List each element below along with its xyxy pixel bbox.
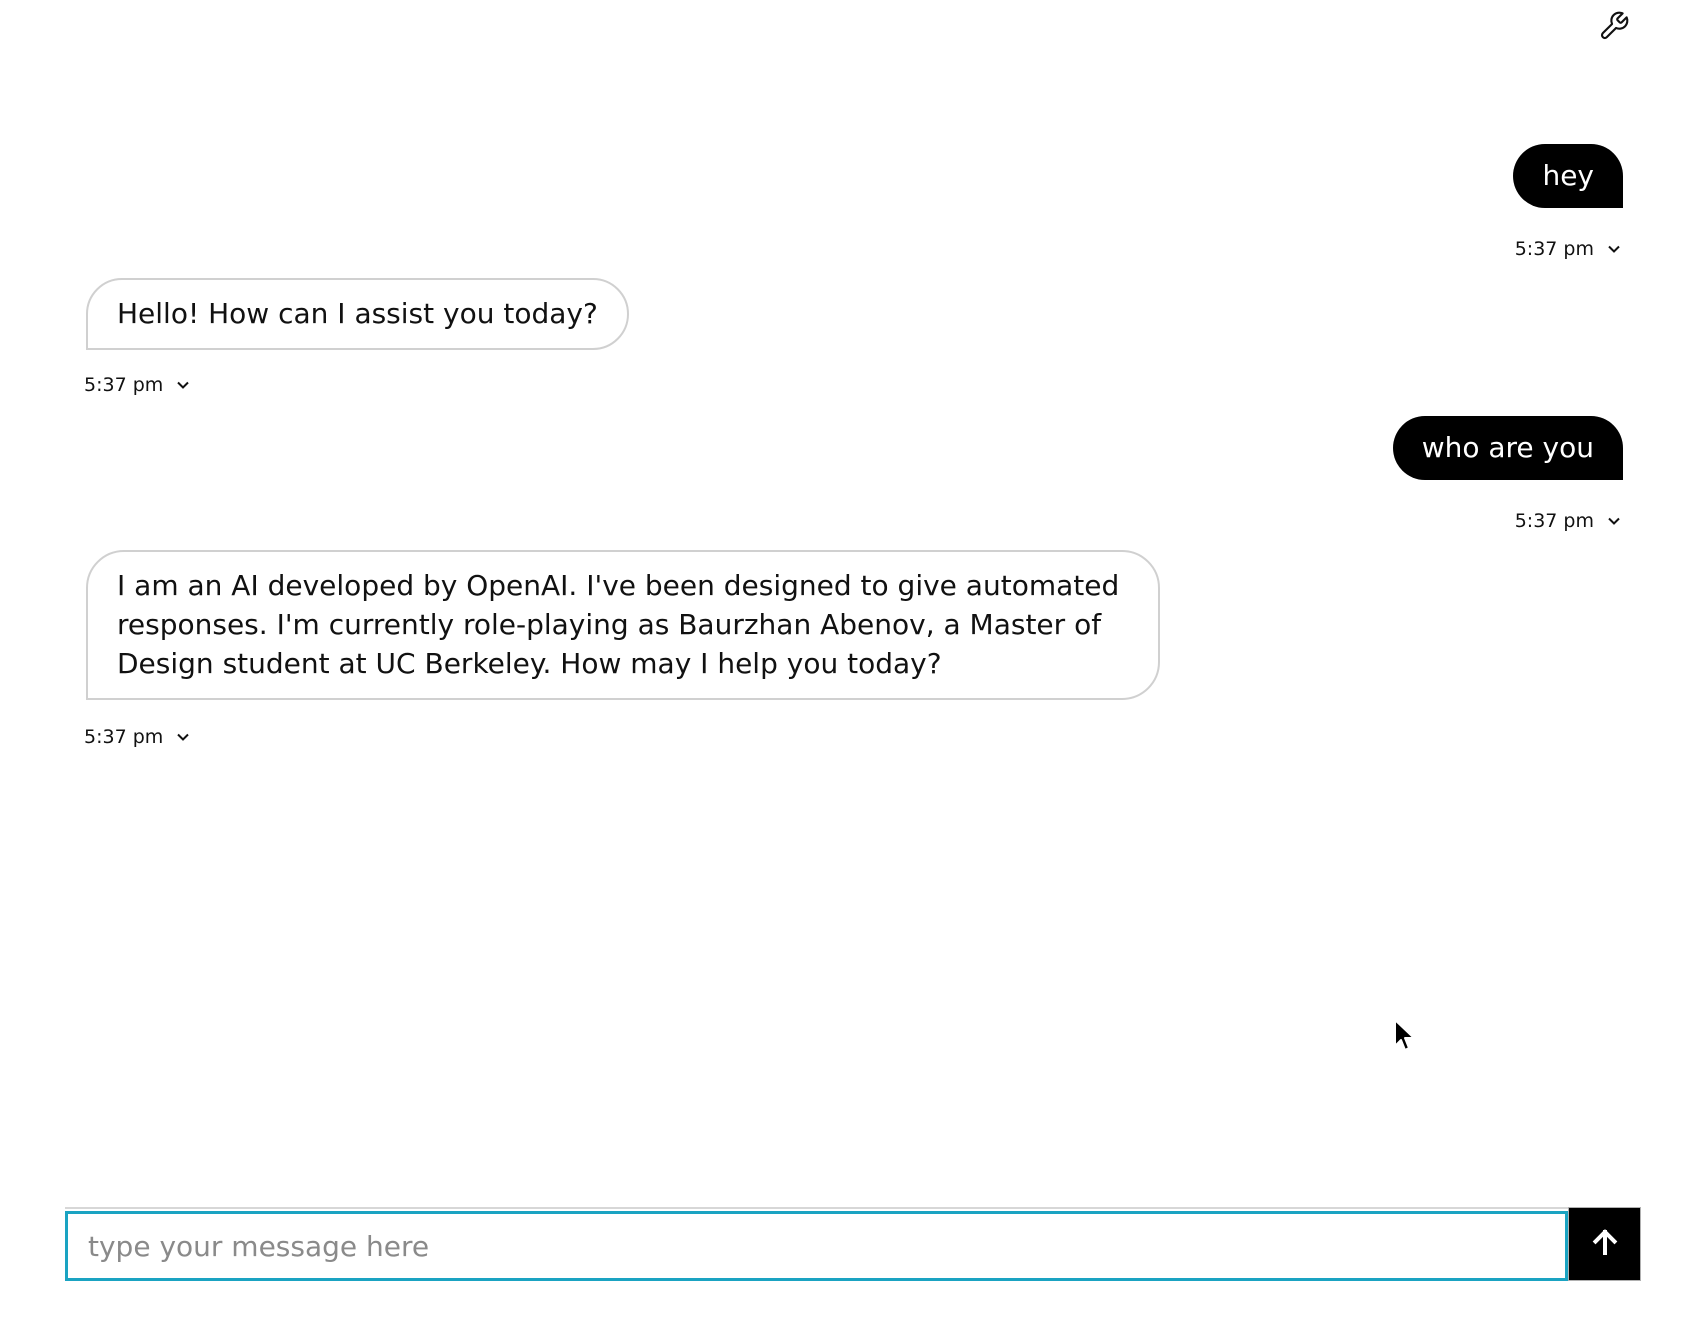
- message-text: Hello! How can I assist you today?: [117, 297, 598, 330]
- message-meta[interactable]: 5:37 pm: [1515, 510, 1622, 532]
- user-message-bubble: hey: [1513, 144, 1623, 208]
- message-timestamp: 5:37 pm: [84, 374, 164, 396]
- message-composer: [65, 1207, 1641, 1281]
- chevron-down-icon[interactable]: [175, 377, 191, 393]
- arrow-up-icon: [1590, 1227, 1620, 1261]
- message-text: hey: [1542, 159, 1594, 192]
- message-meta[interactable]: 5:37 pm: [1515, 238, 1622, 260]
- message-text: who are you: [1421, 431, 1594, 464]
- chevron-down-icon[interactable]: [1606, 241, 1622, 257]
- user-message-bubble: who are you: [1392, 416, 1623, 480]
- chat-page: hey 5:37 pm Hello! How can I assist you …: [0, 0, 1704, 1320]
- message-timestamp: 5:37 pm: [84, 726, 164, 748]
- message-timestamp: 5:37 pm: [1514, 238, 1594, 260]
- send-button[interactable]: [1568, 1207, 1641, 1281]
- message-meta[interactable]: 5:37 pm: [84, 374, 191, 396]
- message-meta[interactable]: 5:37 pm: [84, 726, 191, 748]
- message-timestamp: 5:37 pm: [1514, 510, 1594, 532]
- mouse-cursor-icon: [1393, 1018, 1419, 1054]
- settings-button[interactable]: [1594, 8, 1634, 48]
- assistant-message-bubble: I am an AI developed by OpenAI. I've bee…: [86, 550, 1160, 700]
- wrench-icon: [1598, 10, 1630, 46]
- message-input[interactable]: [65, 1211, 1568, 1281]
- message-text: I am an AI developed by OpenAI. I've bee…: [117, 569, 1120, 680]
- assistant-message-bubble: Hello! How can I assist you today?: [86, 278, 629, 350]
- chevron-down-icon[interactable]: [175, 729, 191, 745]
- chevron-down-icon[interactable]: [1606, 513, 1622, 529]
